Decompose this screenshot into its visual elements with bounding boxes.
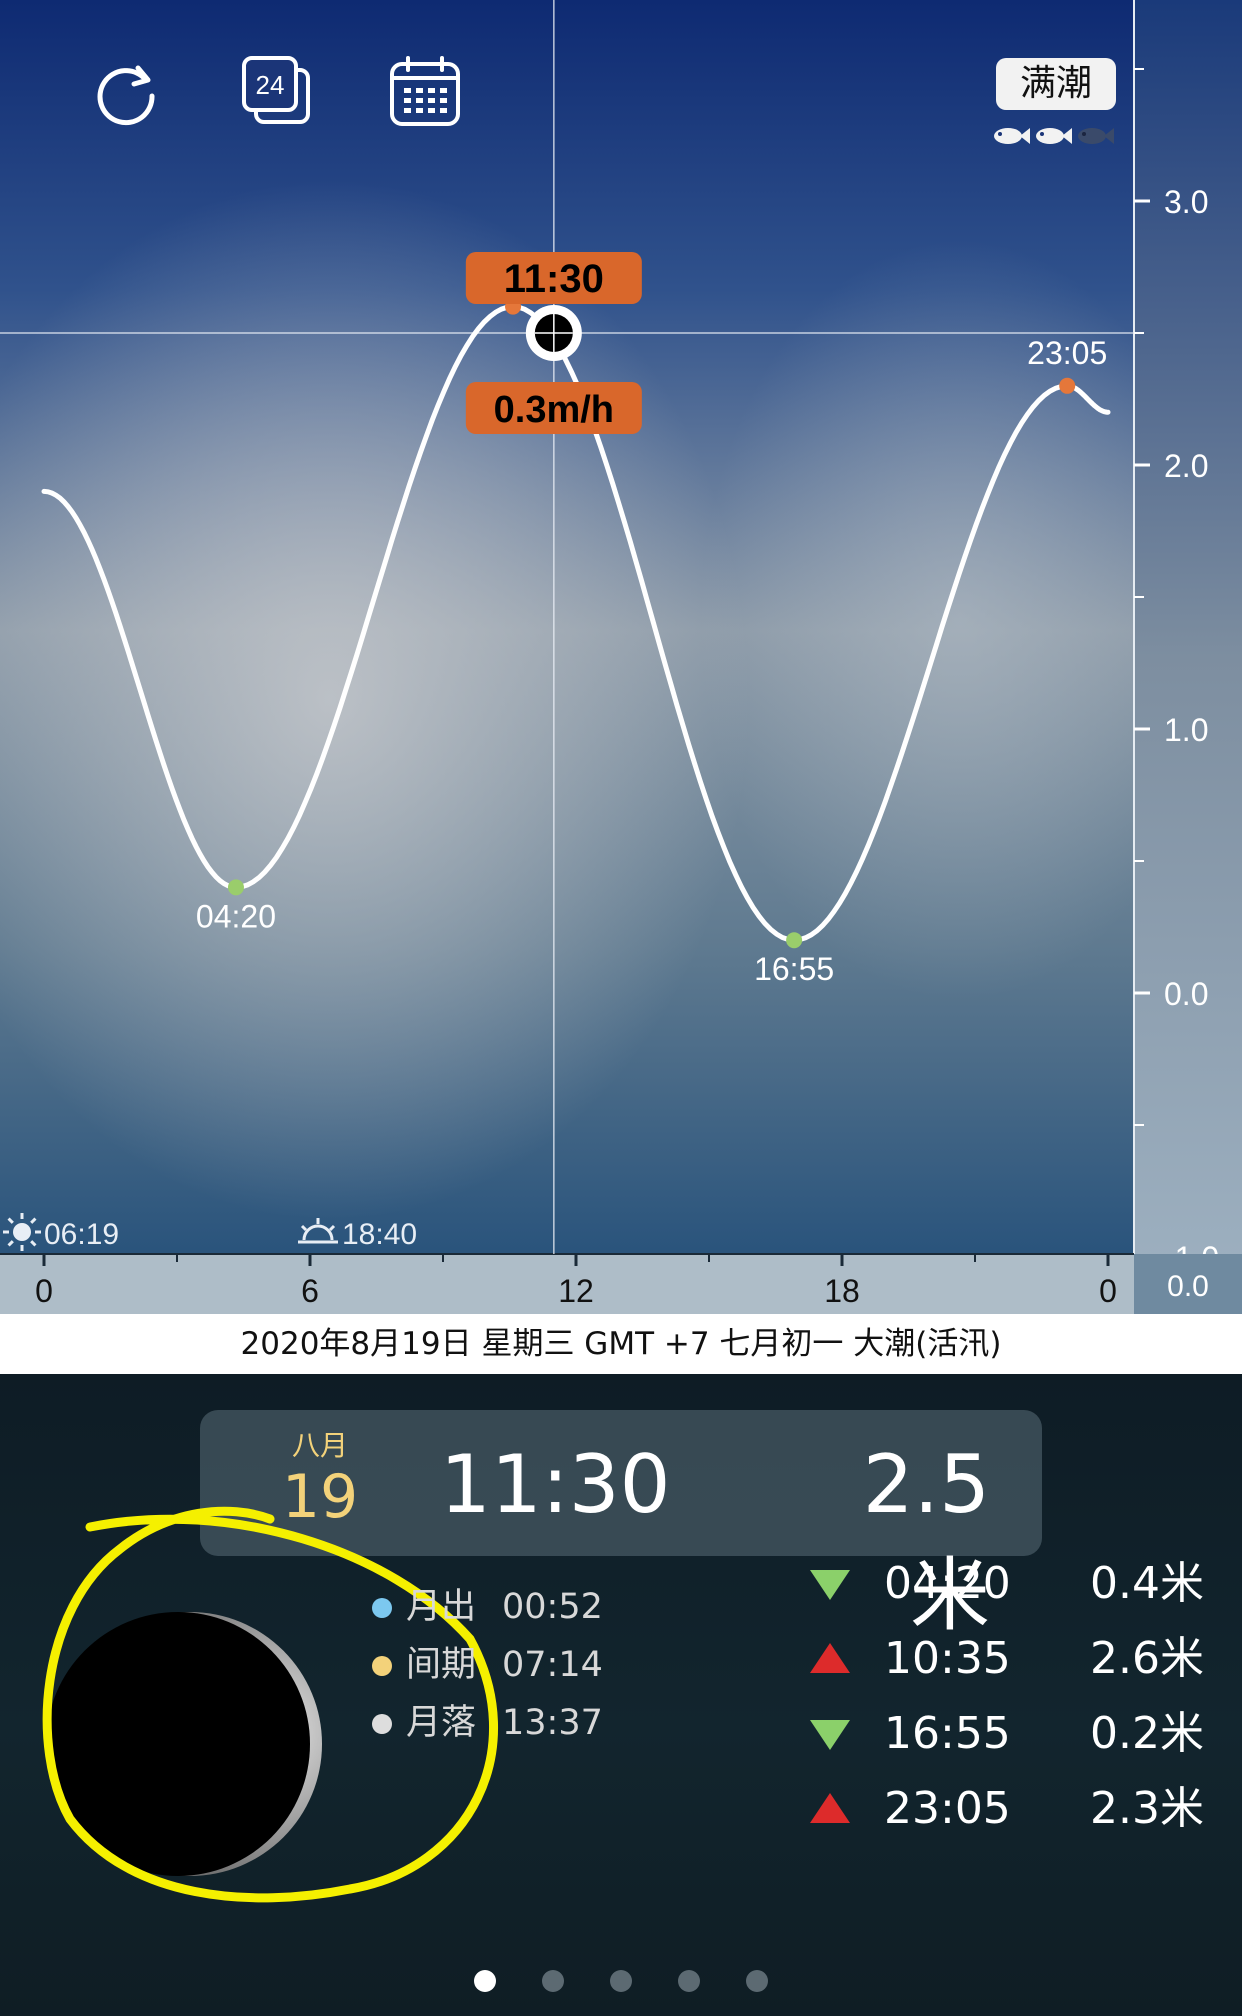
moon-time-value: 13:37 [502, 1703, 603, 1743]
x-tick-label: 0 [35, 1273, 53, 1309]
high-tide-label: 23:05 [1027, 335, 1107, 371]
tide-status-badge: 满潮 [996, 58, 1116, 110]
y-tick-label: 0.0 [1164, 976, 1208, 1012]
cursor-rate-label: 0.3m/h [494, 389, 614, 431]
page-dot[interactable] [610, 1970, 632, 1992]
tide-row: 04:20 0.4米 [808, 1554, 1208, 1614]
tide-row: 10:35 2.6米 [808, 1629, 1208, 1689]
y-tick-label: 2.0 [1164, 448, 1208, 484]
low-tide-arrow-icon [810, 1720, 850, 1750]
info-panel: 八月 19 11:30 2.5米 月出 00:52 间期 07:14 月落 13:37 0… [0, 1374, 1242, 2016]
moon-time-row: 月落 13:37 [372, 1698, 603, 1748]
moon-phase-image [50, 1612, 322, 1876]
fish-icon [1078, 128, 1114, 144]
moon-dot [372, 1714, 392, 1734]
low-tide-point [227, 879, 244, 896]
calendar-button[interactable] [386, 52, 466, 132]
x-tick-label: 6 [301, 1273, 319, 1309]
page-dot[interactable] [746, 1970, 768, 1992]
moon-time-label: 间期 [406, 1645, 477, 1685]
moon-time-row: 月出 00:52 [372, 1582, 603, 1632]
date-bar: 2020年8月19日 星期三 GMT +7 七月初一 大潮(活汛) [0, 1314, 1242, 1374]
fish-icon [994, 128, 1030, 144]
tide-height: 0.2米 [1090, 1708, 1204, 1759]
tide-height: 2.6米 [1090, 1633, 1204, 1684]
refresh-button[interactable] [88, 52, 168, 132]
page-dot[interactable] [542, 1970, 564, 1992]
page-dot[interactable] [474, 1970, 496, 1992]
moon-time-label: 月出 [406, 1587, 477, 1627]
low-tide-label: 16:55 [754, 951, 834, 987]
tide-time: 16:55 [884, 1708, 1011, 1759]
tide-height: 0.4米 [1090, 1558, 1204, 1609]
tide-time: 04:20 [884, 1558, 1011, 1609]
tide-time: 10:35 [884, 1633, 1011, 1684]
high-tide-arrow-icon [810, 1643, 850, 1673]
tide-chart[interactable]: 3.02.01.00.0-1.0 06121800.0 04:2010:3516… [0, 0, 1242, 1314]
y-tick-label: 3.0 [1164, 184, 1208, 220]
sunrise-label: 06:19 [44, 1218, 119, 1251]
moon-time-row: 间期 07:14 [372, 1640, 603, 1690]
summary-time: 11:30 [440, 1438, 671, 1531]
summary-day: 19 [281, 1462, 359, 1532]
fish-icon [1036, 128, 1072, 144]
low-tide-label: 04:20 [196, 898, 276, 934]
moon-time-value: 07:14 [502, 1645, 603, 1685]
moon-dot [372, 1656, 392, 1676]
moon-time-value: 00:52 [502, 1587, 603, 1627]
summary-card: 八月 19 11:30 2.5米 [200, 1410, 1042, 1642]
sunrise-icon [3, 1213, 41, 1251]
cursor-time-label: 11:30 [504, 257, 604, 301]
moon-time-label: 月落 [406, 1703, 477, 1743]
sunset-label: 18:40 [342, 1218, 417, 1251]
tide-height: 2.3米 [1090, 1783, 1204, 1834]
summary-height: 2.5米 [862, 1438, 990, 1642]
low-tide-point [786, 932, 803, 949]
24-hour-button[interactable]: 24 [238, 52, 318, 132]
tide-time: 23:05 [884, 1783, 1011, 1834]
x-tick-label: 18 [824, 1273, 860, 1309]
x-tick-label: 12 [558, 1273, 594, 1309]
page-dot[interactable] [678, 1970, 700, 1992]
x-tick-label: 0 [1099, 1273, 1117, 1309]
calendar-icon [390, 56, 460, 126]
page-indicator[interactable] [0, 1970, 1242, 2000]
24-hour-label: 24 [256, 70, 285, 100]
scale-readout: 0.0 [1167, 1270, 1209, 1303]
24-hour-icon: 24 [242, 56, 310, 124]
tide-row: 16:55 0.2米 [808, 1704, 1208, 1764]
tide-chart-svg[interactable]: 3.02.01.00.0-1.0 06121800.0 04:2010:3516… [0, 0, 1242, 1314]
summary-month: 八月 [291, 1429, 348, 1462]
high-tide-point [1059, 377, 1076, 394]
y-tick-label: 1.0 [1164, 712, 1208, 748]
refresh-icon [97, 65, 155, 126]
moon-dot [372, 1598, 392, 1618]
low-tide-arrow-icon [810, 1570, 850, 1600]
fish-rating [990, 122, 1116, 152]
tide-row: 23:05 2.3米 [808, 1779, 1208, 1839]
high-tide-arrow-icon [810, 1793, 850, 1823]
